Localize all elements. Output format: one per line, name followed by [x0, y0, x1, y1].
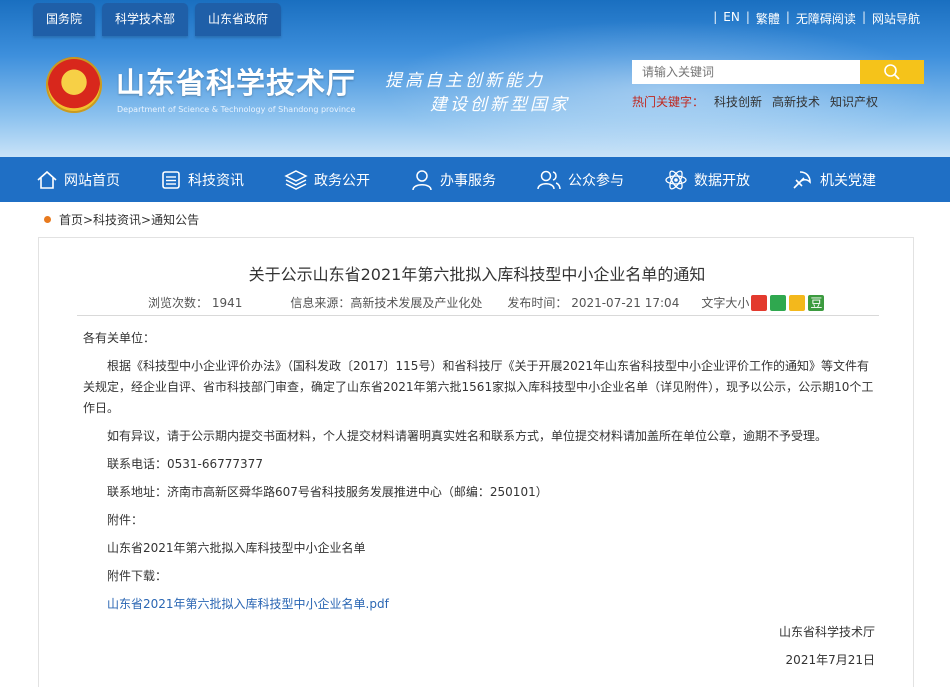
- search-button[interactable]: [860, 60, 924, 84]
- main-nav: 网站首页 科技资讯 政务公开 办事服务 公众参与 数据开放 机关党建: [0, 157, 950, 202]
- search-box: [632, 60, 924, 84]
- wechat-share-icon[interactable]: [770, 294, 787, 311]
- contact-address: 联系地址：济南市高新区舜华路607号省科技服务发展推进中心（邮编：250101）: [107, 485, 548, 499]
- slogan-line2: 建设创新型国家: [430, 95, 570, 115]
- user-service-icon: [412, 169, 432, 190]
- party-icon: [793, 170, 811, 189]
- search-input[interactable]: [632, 60, 860, 84]
- nav-item-gov-affairs[interactable]: 政务公开: [284, 157, 370, 202]
- paragraph: 根据《科技型中小企业评价办法》（国科发政〔2017〕115号）和省科技厅《关于开…: [83, 359, 874, 415]
- nav-item-label: 办事服务: [440, 172, 496, 189]
- hot-keywords: 热门关键字： 科技创新 高新技术 知识产权: [632, 93, 878, 110]
- nav-item-party[interactable]: 机关党建: [790, 157, 876, 202]
- site-header: 国务院 科学技术部 山东省政府 | EN | 繁體 | 无障碍阅读 | 网站导航…: [0, 0, 950, 157]
- link-english[interactable]: EN: [723, 10, 740, 27]
- hot-keyword[interactable]: 科技创新: [714, 93, 762, 110]
- national-emblem-icon: ★: [46, 57, 102, 113]
- hot-keyword[interactable]: 知识产权: [830, 93, 878, 110]
- bullet-icon: [44, 216, 51, 223]
- link-accessibility[interactable]: 无障碍阅读: [796, 10, 856, 27]
- link-sitemap[interactable]: 网站导航: [872, 10, 920, 27]
- signature-date: 2021年7月21日: [785, 653, 875, 667]
- qzone-share-icon[interactable]: [789, 294, 806, 311]
- nav-item-label: 网站首页: [64, 172, 120, 189]
- article-body: 各有关单位： 根据《科技型中小企业评价办法》（国科发政〔2017〕115号）和省…: [83, 328, 875, 678]
- hot-keywords-label: 热门关键字：: [632, 95, 705, 109]
- info-source: 信息来源：高新技术发展及产业化处: [290, 296, 483, 310]
- nav-item-news[interactable]: 科技资讯: [160, 157, 244, 202]
- publish-time: 发布时间： 2021-07-21 17:04: [507, 296, 680, 310]
- layers-icon: [284, 169, 308, 190]
- atom-icon: [665, 169, 687, 190]
- attachment-name: 山东省2021年第六批拟入库科技型中小企业名单: [107, 541, 366, 555]
- attachment-label: 附件：: [107, 513, 144, 527]
- site-subtitle: Department of Science & Technology of Sh…: [117, 105, 356, 114]
- view-count: 浏览次数： 1941: [148, 296, 243, 310]
- top-links: | EN | 繁體 | 无障碍阅读 | 网站导航: [707, 10, 920, 27]
- douban-share-icon[interactable]: 豆: [808, 294, 825, 311]
- breadcrumb-text[interactable]: 首页>科技资讯>通知公告: [59, 211, 199, 228]
- hot-keyword[interactable]: 高新技术: [772, 93, 820, 110]
- slogan-line1: 提高自主创新能力: [385, 71, 545, 91]
- search-icon: [884, 64, 900, 80]
- top-tab-guowuyuan[interactable]: 国务院: [33, 3, 96, 36]
- nav-item-services[interactable]: 办事服务: [410, 157, 496, 202]
- nav-item-label: 公众参与: [568, 172, 624, 189]
- nav-item-label: 数据开放: [694, 172, 750, 189]
- nav-item-label: 政务公开: [314, 172, 370, 189]
- nav-item-open-data[interactable]: 数据开放: [664, 157, 750, 202]
- nav-item-public[interactable]: 公众参与: [536, 157, 624, 202]
- divider: |: [745, 10, 750, 24]
- top-tab-shandong-gov[interactable]: 山东省政府: [195, 3, 282, 36]
- paragraph: 如有异议，请于公示期内提交书面材料，个人提交材料请署明真实姓名和联系方式，单位提…: [107, 429, 828, 443]
- attachment-download-link[interactable]: 山东省2021年第六批拟入库科技型中小企业名单.pdf: [107, 597, 389, 611]
- top-tabs: 国务院 科学技术部 山东省政府: [33, 3, 282, 36]
- download-label: 附件下载：: [107, 569, 168, 583]
- signature: 山东省科学技术厅: [778, 625, 875, 639]
- share-icons: 豆: [751, 294, 825, 311]
- top-tab-kejibu[interactable]: 科学技术部: [102, 3, 189, 36]
- salutation: 各有关单位：: [83, 331, 156, 345]
- link-traditional[interactable]: 繁體: [756, 10, 780, 27]
- divider: |: [785, 10, 790, 24]
- nav-item-home[interactable]: 网站首页: [36, 157, 120, 202]
- people-icon: [537, 170, 561, 189]
- weibo-share-icon[interactable]: [751, 294, 768, 311]
- meta-divider: [77, 315, 879, 316]
- article-title: 关于公示山东省2021年第六批拟入库科技型中小企业名单的通知: [248, 265, 706, 284]
- divider: |: [713, 10, 718, 24]
- home-icon: [37, 170, 57, 189]
- breadcrumb: 首页>科技资讯>通知公告: [44, 211, 199, 228]
- nav-item-label: 科技资讯: [188, 172, 244, 189]
- article-meta: 浏览次数： 1941 信息来源：高新技术发展及产业化处 发布时间： 2021-0…: [148, 294, 825, 311]
- nav-item-label: 机关党建: [820, 172, 876, 189]
- divider: |: [861, 10, 866, 24]
- contact-phone: 联系电话：0531-66777377: [107, 457, 263, 471]
- news-icon: [162, 170, 180, 189]
- site-title[interactable]: 山东省科学技术厅: [116, 60, 356, 102]
- article-container: 关于公示山东省2021年第六批拟入库科技型中小企业名单的通知 浏览次数： 194…: [38, 237, 914, 687]
